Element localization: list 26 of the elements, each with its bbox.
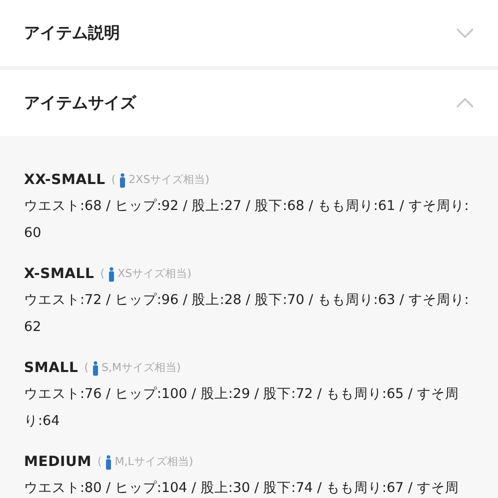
size-equivalent: M,Lサイズ相当) bbox=[114, 454, 194, 470]
size-name: XX-SMALL bbox=[24, 171, 106, 190]
section-title: アイテムサイズ bbox=[24, 92, 136, 114]
accordion-header[interactable]: アイテムサイズ bbox=[0, 70, 498, 136]
accordion-header[interactable]: アイテム説明 bbox=[0, 0, 498, 66]
person-icon bbox=[108, 267, 115, 282]
size-name: MEDIUM bbox=[24, 453, 92, 472]
size-equivalent: S,Mサイズ相当) bbox=[102, 360, 181, 376]
size-equivalent: XSサイズ相当) bbox=[118, 266, 192, 282]
measurements-text: ウエスト:72 / ヒップ:96 / 股上:28 / 股下:70 / もも周り:63 / すそ周り:62 bbox=[24, 291, 470, 337]
size-name: X-SMALL bbox=[24, 265, 94, 284]
bracket-text: ( bbox=[97, 454, 102, 470]
bracket-text: ( bbox=[111, 172, 116, 188]
person-icon bbox=[118, 173, 126, 188]
bracket-text: ( bbox=[100, 266, 105, 282]
chevron-down-icon bbox=[456, 28, 474, 38]
measurements-text: ウエスト:80 / ヒップ:104 / 股上:30 / 股下:74 / もも周り:67 / すそ周 bbox=[24, 479, 460, 498]
bracket-text: ( bbox=[84, 360, 88, 376]
section-title: アイテム説明 bbox=[24, 22, 120, 44]
person-icon bbox=[92, 361, 98, 376]
size-equivalent: 2XSサイズ相当) bbox=[128, 172, 210, 188]
chevron-up-icon bbox=[456, 98, 474, 108]
person-icon bbox=[104, 455, 112, 470]
measurements-text: ウエスト:68 / ヒップ:92 / 股上:27 / 股下:68 / もも周り:61 / すそ周り:60 bbox=[24, 197, 470, 243]
size-name: SMALL bbox=[24, 359, 78, 378]
measurements-text: ウエスト:76 / ヒップ:100 / 股上:29 / 股下:72 / もも周り:65 / すそ周り:64 bbox=[24, 385, 460, 431]
